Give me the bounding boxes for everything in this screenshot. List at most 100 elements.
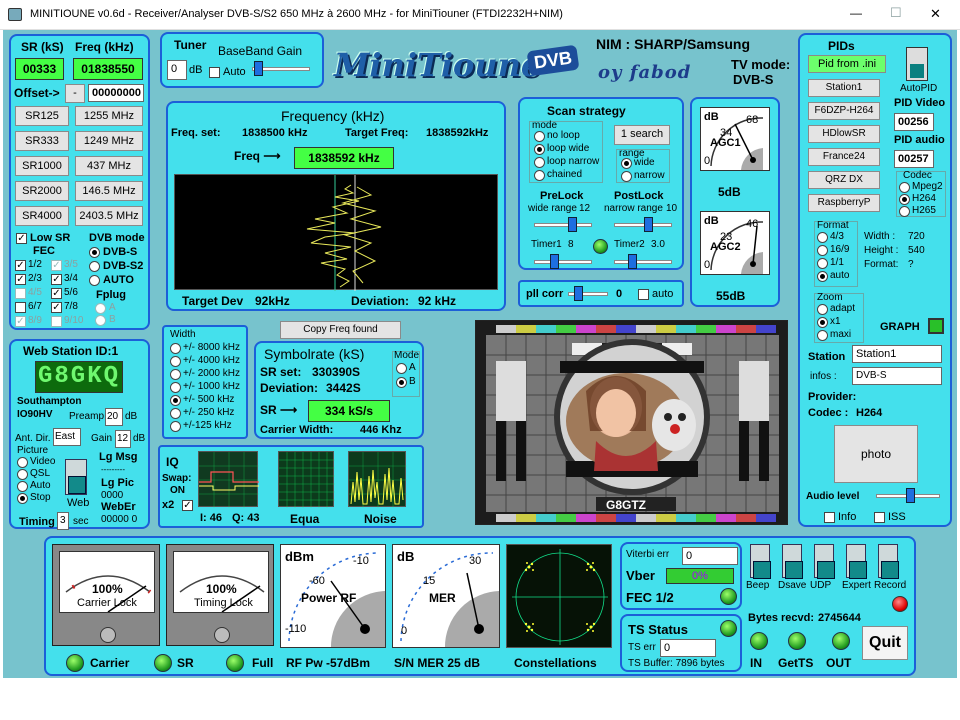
dvb-mode-radio-0[interactable] xyxy=(89,247,100,258)
toggle-record[interactable] xyxy=(878,544,899,579)
fec-checkbox-3[interactable]: ✓ xyxy=(51,274,62,285)
timer1-slider[interactable] xyxy=(534,260,592,264)
graph-indicator[interactable] xyxy=(928,318,944,334)
zoom-radio-1[interactable] xyxy=(817,317,828,328)
scan-range-radio-1[interactable] xyxy=(621,171,632,182)
timing-input[interactable]: 3 xyxy=(57,512,69,530)
width-option-radio-4[interactable] xyxy=(170,395,181,406)
maximize-button[interactable]: ☐ xyxy=(890,5,902,21)
format-radio-2[interactable] xyxy=(817,258,828,269)
codec-radio-0[interactable] xyxy=(899,182,910,193)
width-option-radio-2[interactable] xyxy=(170,369,181,380)
scan-mode-radio-1[interactable] xyxy=(534,144,545,155)
scan-mode-radio-0[interactable] xyxy=(534,131,545,142)
audio-level-thumb[interactable] xyxy=(906,488,915,503)
pid-audio-input[interactable]: 00257 xyxy=(894,150,934,168)
baseband-gain-thumb[interactable] xyxy=(254,61,263,76)
codec-radio-1[interactable] xyxy=(899,194,910,205)
tuner-auto-checkbox[interactable] xyxy=(209,67,220,78)
toggle-expert[interactable] xyxy=(846,544,867,579)
station-button-2[interactable]: HDlowSR xyxy=(808,125,880,143)
station-button-0[interactable]: Station1 xyxy=(808,79,880,97)
prelock-thumb[interactable] xyxy=(568,217,577,232)
width-option-radio-3[interactable] xyxy=(170,382,181,393)
copy-freq-found-button[interactable]: Copy Freq found xyxy=(280,321,401,339)
freq-preset-button-2[interactable]: 437 MHz xyxy=(75,156,143,176)
fec-checkbox-6[interactable] xyxy=(15,302,26,313)
toggle-dsave[interactable] xyxy=(782,544,803,579)
format-radio-3[interactable] xyxy=(817,271,828,282)
sr-preset-button-2[interactable]: SR1000 xyxy=(15,156,69,176)
offset-input[interactable]: 00000000 xyxy=(88,84,144,102)
station-button-3[interactable]: France24 xyxy=(808,148,880,166)
photo-button[interactable]: photo xyxy=(834,425,918,483)
timer1-thumb[interactable] xyxy=(550,254,559,269)
quit-button[interactable]: Quit xyxy=(862,626,908,660)
iss-checkbox[interactable] xyxy=(874,512,885,523)
freq-input[interactable]: 01838550 xyxy=(73,58,143,80)
postlock-slider[interactable] xyxy=(614,223,672,227)
sr-preset-button-4[interactable]: SR4000 xyxy=(15,206,69,226)
pll-corr-thumb[interactable] xyxy=(574,286,583,301)
sr-preset-button-0[interactable]: SR125 xyxy=(15,106,69,126)
carrier-lock-reset[interactable] xyxy=(100,627,116,643)
one-search-button[interactable]: 1 search xyxy=(614,125,670,145)
station-button-1[interactable]: F6DZP-H264 xyxy=(808,102,880,120)
close-button[interactable]: ✕ xyxy=(930,6,941,22)
ant-dir-input[interactable]: East xyxy=(53,428,81,446)
sr-preset-button-1[interactable]: SR333 xyxy=(15,131,69,151)
prelock-slider[interactable] xyxy=(534,223,592,227)
width-option-radio-5[interactable] xyxy=(170,408,181,419)
fec-checkbox-5[interactable]: ✓ xyxy=(51,288,62,299)
freq-preset-button-1[interactable]: 1249 MHz xyxy=(75,131,143,151)
info-checkbox[interactable] xyxy=(824,512,835,523)
viterbi-input[interactable]: 0 xyxy=(682,547,738,565)
width-option-radio-0[interactable] xyxy=(170,343,181,354)
format-radio-0[interactable] xyxy=(817,232,828,243)
postlock-thumb[interactable] xyxy=(644,217,653,232)
toggle-beep[interactable] xyxy=(750,544,771,579)
iq-x2-checkbox[interactable]: ✓ xyxy=(182,500,193,511)
picture-radio-3[interactable] xyxy=(17,493,28,504)
autopid-lever[interactable] xyxy=(910,64,924,78)
station-button-4[interactable]: QRZ DX xyxy=(808,171,880,189)
picture-radio-2[interactable] xyxy=(17,481,28,492)
pid-from-ini-button[interactable]: Pid from .ini xyxy=(808,55,886,73)
freq-preset-button-0[interactable]: 1255 MHz xyxy=(75,106,143,126)
station-button-5[interactable]: RaspberryP xyxy=(808,194,880,212)
minimize-button[interactable]: — xyxy=(850,6,862,20)
web-toggle-switch[interactable] xyxy=(65,459,87,495)
picture-radio-1[interactable] xyxy=(17,469,28,480)
pid-video-input[interactable]: 00256 xyxy=(894,113,934,131)
low-sr-checkbox[interactable]: ✓ xyxy=(16,233,27,244)
gain-input[interactable]: 12 xyxy=(115,430,131,448)
timer2-thumb[interactable] xyxy=(628,254,637,269)
zoom-radio-0[interactable] xyxy=(817,304,828,315)
dvb-mode-radio-1[interactable] xyxy=(89,261,100,272)
fplug-radio-0[interactable] xyxy=(95,303,106,314)
ts-err-input[interactable]: 0 xyxy=(660,639,716,657)
station-input[interactable]: Station1 xyxy=(852,345,942,363)
sr-input[interactable]: 00333 xyxy=(15,58,64,80)
fec-checkbox-2[interactable]: ✓ xyxy=(15,274,26,285)
toggle-udp[interactable] xyxy=(814,544,835,579)
sr-preset-button-3[interactable]: SR2000 xyxy=(15,181,69,201)
fec-checkbox-0[interactable]: ✓ xyxy=(15,260,26,271)
timing-lock-reset[interactable] xyxy=(214,627,230,643)
scan-range-radio-0[interactable] xyxy=(621,158,632,169)
scan-mode-radio-2[interactable] xyxy=(534,157,545,168)
pll-auto-checkbox[interactable] xyxy=(638,289,649,300)
autopid-switch[interactable] xyxy=(906,47,928,81)
width-option-radio-6[interactable] xyxy=(170,421,181,432)
timer2-slider[interactable] xyxy=(614,260,672,264)
infos-input[interactable]: DVB-S xyxy=(852,367,942,385)
fplug-radio-1[interactable] xyxy=(95,315,106,326)
width-option-radio-1[interactable] xyxy=(170,356,181,367)
preamp-input[interactable]: 20 xyxy=(105,408,123,426)
tuner-gain-input[interactable]: 0 xyxy=(167,60,187,80)
codec-radio-2[interactable] xyxy=(899,206,910,217)
freq-preset-button-3[interactable]: 146.5 MHz xyxy=(75,181,143,201)
sr-mode-radio-0[interactable] xyxy=(396,363,407,374)
scan-mode-radio-3[interactable] xyxy=(534,170,545,181)
fec-checkbox-7[interactable]: ✓ xyxy=(51,302,62,313)
